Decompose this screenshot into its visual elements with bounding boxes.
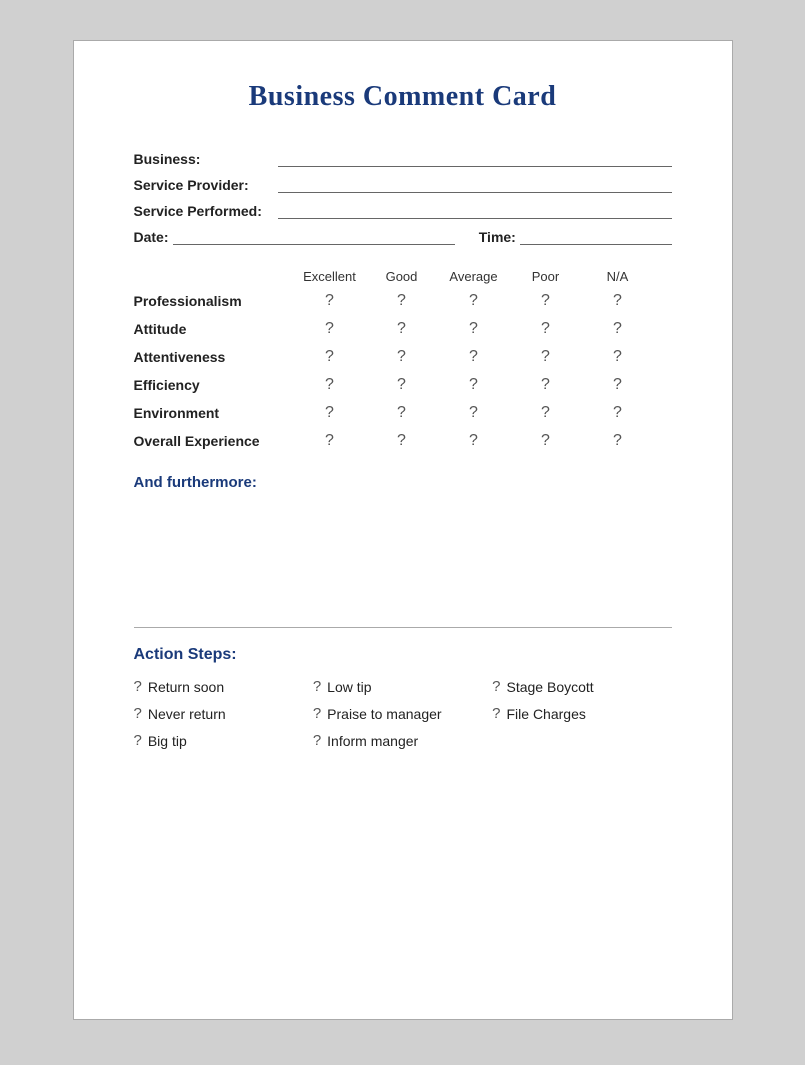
- ratings-radio[interactable]: ?: [294, 292, 366, 310]
- list-item[interactable]: ? Stage Boycott: [492, 678, 671, 695]
- ratings-radio[interactable]: ?: [366, 432, 438, 450]
- ratings-radio[interactable]: ?: [438, 292, 510, 310]
- card-title: Business Comment Card: [134, 81, 672, 113]
- action-item-label: Big tip: [148, 733, 187, 749]
- action-item-label: Never return: [148, 706, 226, 722]
- ratings-row-label: Attentiveness: [134, 349, 294, 365]
- date-label: Date:: [134, 229, 169, 245]
- service-provider-row: Service Provider:: [134, 175, 672, 193]
- ratings-radio[interactable]: ?: [294, 320, 366, 338]
- ratings-row-label: Attitude: [134, 321, 294, 337]
- table-row: Professionalism?????: [134, 292, 672, 310]
- ratings-radio[interactable]: ?: [294, 404, 366, 422]
- ratings-radio[interactable]: ?: [510, 376, 582, 394]
- business-label: Business:: [134, 151, 274, 167]
- ratings-radio[interactable]: ?: [582, 432, 654, 450]
- ratings-radio[interactable]: ?: [366, 292, 438, 310]
- ratings-header-col: Average: [438, 269, 510, 284]
- ratings-header: ExcellentGoodAveragePoorN/A: [134, 269, 672, 284]
- list-item[interactable]: ? File Charges: [492, 705, 671, 722]
- ratings-rows: Professionalism?????Attitude?????Attenti…: [134, 292, 672, 450]
- business-row: Business:: [134, 149, 672, 167]
- divider: [134, 627, 672, 628]
- list-item[interactable]: ? Inform manger: [313, 732, 492, 749]
- ratings-radio[interactable]: ?: [582, 348, 654, 366]
- action-item-label: Inform manger: [327, 733, 418, 749]
- time-input-line[interactable]: [520, 227, 672, 245]
- ratings-radio[interactable]: ?: [510, 320, 582, 338]
- list-item[interactable]: ? Big tip: [134, 732, 313, 749]
- ratings-radio[interactable]: ?: [438, 376, 510, 394]
- ratings-radio[interactable]: ?: [366, 320, 438, 338]
- action-item-label: File Charges: [507, 706, 586, 722]
- service-performed-input-line[interactable]: [278, 201, 672, 219]
- ratings-radio[interactable]: ?: [438, 432, 510, 450]
- action-item-label: Stage Boycott: [507, 679, 594, 695]
- checkbox-icon[interactable]: ?: [313, 678, 321, 695]
- ratings-radio[interactable]: ?: [294, 348, 366, 366]
- checkbox-icon[interactable]: ?: [134, 732, 142, 749]
- time-label: Time:: [479, 229, 516, 245]
- ratings-radio[interactable]: ?: [510, 292, 582, 310]
- ratings-header-col: Poor: [510, 269, 582, 284]
- ratings-radio[interactable]: ?: [366, 348, 438, 366]
- ratings-row-label: Efficiency: [134, 377, 294, 393]
- service-provider-input-line[interactable]: [278, 175, 672, 193]
- checkbox-icon[interactable]: ?: [492, 678, 500, 695]
- ratings-radio[interactable]: ?: [438, 320, 510, 338]
- comment-card: Business Comment Card Business: Service …: [73, 40, 733, 1020]
- ratings-row-label: Professionalism: [134, 293, 294, 309]
- ratings-row-label: Environment: [134, 405, 294, 421]
- action-item-label: Low tip: [327, 679, 371, 695]
- time-section: Time:: [479, 227, 672, 245]
- ratings-radio[interactable]: ?: [366, 376, 438, 394]
- checkbox-icon[interactable]: ?: [313, 705, 321, 722]
- ratings-radio[interactable]: ?: [294, 432, 366, 450]
- service-provider-label: Service Provider:: [134, 177, 274, 193]
- ratings-radio[interactable]: ?: [438, 348, 510, 366]
- list-item[interactable]: ? Never return: [134, 705, 313, 722]
- ratings-radio[interactable]: ?: [438, 404, 510, 422]
- furthermore-label: And furthermore:: [134, 474, 672, 491]
- checkbox-icon[interactable]: ?: [492, 705, 500, 722]
- date-section: Date:: [134, 227, 455, 245]
- list-item[interactable]: ? Return soon: [134, 678, 313, 695]
- list-item[interactable]: ? Low tip: [313, 678, 492, 695]
- form-fields: Business: Service Provider: Service Perf…: [134, 149, 672, 245]
- ratings-radio[interactable]: ?: [582, 320, 654, 338]
- ratings-header-col: Excellent: [294, 269, 366, 284]
- ratings-radio[interactable]: ?: [510, 404, 582, 422]
- table-row: Overall Experience?????: [134, 432, 672, 450]
- date-input-line[interactable]: [173, 227, 455, 245]
- action-steps-grid: ? Return soon? Low tip? Stage Boycott? Never…: [134, 678, 672, 749]
- checkbox-icon[interactable]: ?: [134, 705, 142, 722]
- list-item[interactable]: ? Praise to manager: [313, 705, 492, 722]
- ratings-radio[interactable]: ?: [294, 376, 366, 394]
- ratings-header-col: N/A: [582, 269, 654, 284]
- ratings-radio[interactable]: ?: [582, 292, 654, 310]
- list-item[interactable]: [492, 732, 671, 749]
- action-item-label: Return soon: [148, 679, 224, 695]
- checkbox-icon[interactable]: ?: [313, 732, 321, 749]
- action-steps-title: Action Steps:: [134, 646, 672, 664]
- ratings-section: ExcellentGoodAveragePoorN/A Professional…: [134, 269, 672, 450]
- service-performed-row: Service Performed:: [134, 201, 672, 219]
- ratings-radio[interactable]: ?: [582, 404, 654, 422]
- furthermore-text-area[interactable]: [134, 499, 672, 609]
- ratings-row-label: Overall Experience: [134, 433, 294, 449]
- ratings-radio[interactable]: ?: [510, 348, 582, 366]
- table-row: Attitude?????: [134, 320, 672, 338]
- business-input-line[interactable]: [278, 149, 672, 167]
- ratings-radio[interactable]: ?: [366, 404, 438, 422]
- table-row: Attentiveness?????: [134, 348, 672, 366]
- date-time-row: Date: Time:: [134, 227, 672, 245]
- table-row: Environment?????: [134, 404, 672, 422]
- ratings-radio[interactable]: ?: [582, 376, 654, 394]
- checkbox-icon[interactable]: ?: [134, 678, 142, 695]
- service-performed-label: Service Performed:: [134, 203, 274, 219]
- ratings-radio[interactable]: ?: [510, 432, 582, 450]
- action-item-label: Praise to manager: [327, 706, 441, 722]
- ratings-header-col: Good: [366, 269, 438, 284]
- table-row: Efficiency?????: [134, 376, 672, 394]
